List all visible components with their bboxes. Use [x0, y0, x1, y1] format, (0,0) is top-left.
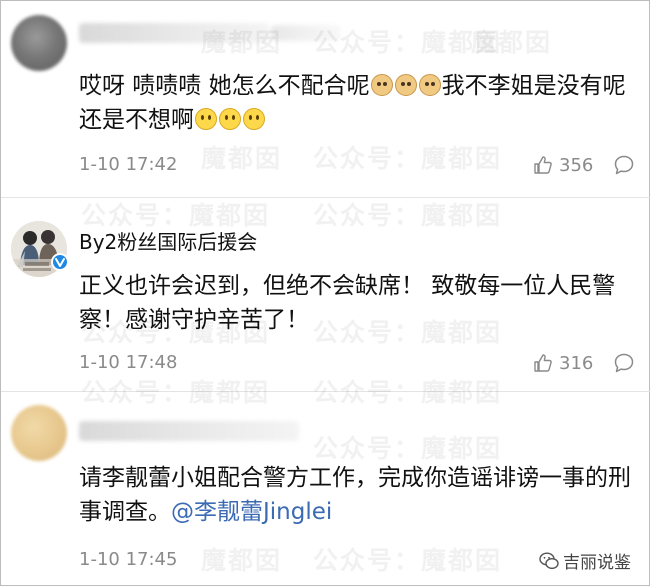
avatar[interactable]: [11, 15, 67, 71]
like-button[interactable]: 316: [533, 352, 593, 374]
comment-text: 正义也许会迟到，但绝不会缺席！ 致敬每一位人民警察！感谢守护辛苦了！: [79, 273, 616, 333]
mention-link[interactable]: @李靓蕾Jinglei: [171, 499, 332, 525]
username-redacted: [79, 23, 269, 43]
comment-timestamp: 1-10 17:42: [79, 154, 178, 175]
comment-timestamp: 1-10 17:45: [79, 549, 178, 570]
reply-icon[interactable]: [613, 352, 635, 374]
reply-icon[interactable]: [613, 154, 635, 176]
watermark: 魔都囡: [201, 546, 283, 575]
smile-emoji-icon: [195, 108, 217, 130]
comment-card: 哎呀 啧啧啧 她怎么不配合呢 我不李姐是没有呢还是不想啊 1-10 17:42 3…: [1, 1, 650, 197]
smile-emoji-icon: [243, 108, 265, 130]
doge-emoji-icon: [394, 74, 417, 96]
verified-badge-icon: [51, 253, 69, 271]
username-redacted-tail: [271, 25, 341, 41]
comment-text: 哎呀 啧啧啧 她怎么不配合呢 我不李姐是没有呢还是不想啊: [79, 69, 639, 137]
thumbs-up-icon: [534, 156, 552, 174]
watermark: 公众号：魔都囡: [313, 434, 503, 463]
comment-body: 请李靓蕾小姐配合警方工作，完成你造谣诽谤一事的刑事调查。: [79, 465, 631, 525]
screenshot-frame: 哎呀 啧啧啧 她怎么不配合呢 我不李姐是没有呢还是不想啊 1-10 17:42 3…: [0, 0, 650, 586]
like-count: 316: [559, 352, 594, 374]
brand-label: 吉丽说鉴: [563, 553, 631, 573]
like-button[interactable]: 356: [533, 154, 593, 176]
watermark: 公众号：魔都囡: [313, 546, 503, 575]
avatar[interactable]: [11, 405, 67, 461]
doge-emoji-icon: [418, 74, 441, 96]
comment-text: 请李靓蕾小姐配合警方工作，完成你造谣诽谤一事的刑事调查。@李靓蕾Jinglei: [79, 461, 639, 529]
divider: [1, 391, 650, 392]
username[interactable]: By2粉丝国际后援会: [79, 226, 257, 255]
doge-emoji-icon: [370, 74, 393, 96]
comment-timestamp: 1-10 17:48: [79, 352, 178, 373]
like-count: 356: [559, 154, 594, 176]
brand-tag: 吉丽说鉴: [537, 548, 633, 573]
thumbs-up-icon: [534, 354, 552, 372]
smile-emoji-icon: [219, 108, 241, 130]
comment-text-part: 哎呀 啧啧啧 她怎么不配合呢: [79, 73, 370, 99]
username-redacted: [79, 421, 299, 441]
wechat-icon: [539, 551, 559, 569]
